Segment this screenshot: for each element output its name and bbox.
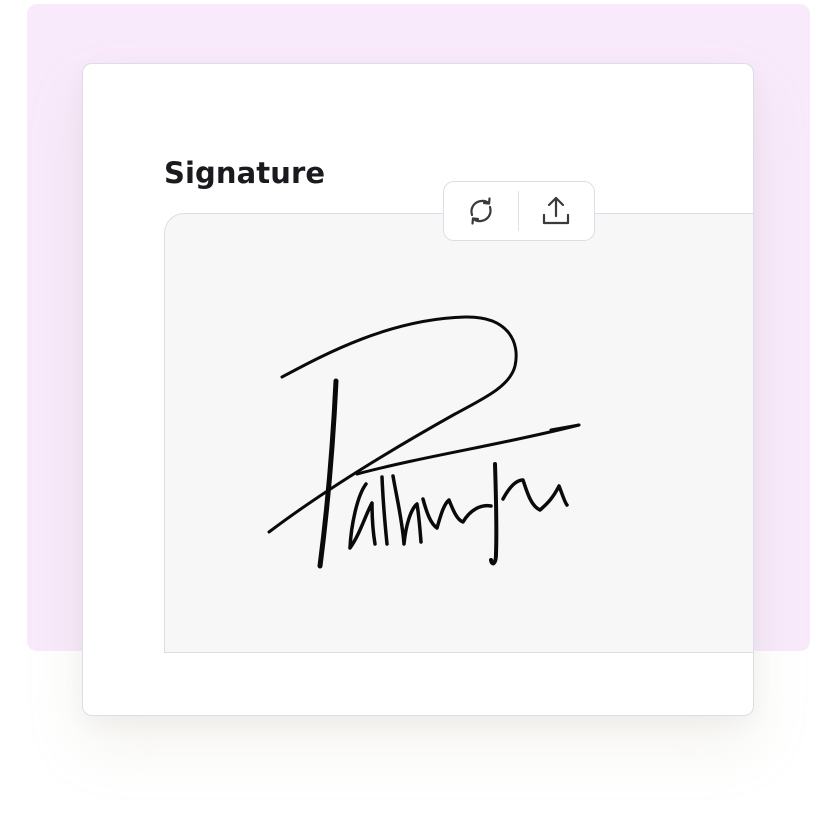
refresh-icon [470, 197, 492, 225]
signature-stroke-a [348, 482, 377, 550]
signature-card: Signature [82, 63, 754, 716]
page: Signature [0, 0, 838, 818]
signature-stroke-crossbar [355, 423, 581, 476]
signature-stroke-p-bowl [267, 315, 518, 534]
signature-drawing [267, 315, 581, 569]
upload-icon [542, 196, 570, 225]
signature-stroke-descender [489, 462, 499, 566]
signature-label: Signature [164, 156, 326, 190]
signature-toolbar [443, 181, 595, 241]
signature-stroke-tail [501, 478, 569, 512]
reset-signature-button[interactable] [444, 182, 518, 240]
signature-pad[interactable] [164, 213, 753, 653]
signature-stroke-run [421, 497, 493, 530]
signature-stroke-h [391, 474, 423, 546]
upload-signature-button[interactable] [519, 182, 593, 240]
signature-stroke-t [380, 475, 389, 546]
signature-stroke-p-stem [317, 378, 339, 569]
